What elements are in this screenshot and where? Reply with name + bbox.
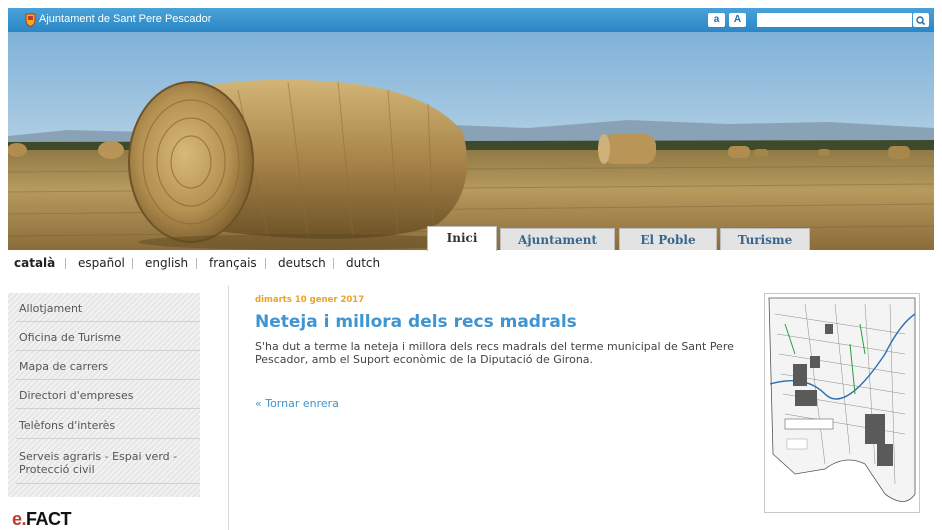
sidebar-item-oficina-turisme[interactable]: Oficina de Turisme [19,331,198,344]
sidebar-menu: Allotjament Oficina de Turisme Mapa de c… [8,293,200,530]
font-size-large-button[interactable]: A [729,13,746,27]
irrigation-map-image [765,294,919,512]
tab-ajuntament[interactable]: Ajuntament [500,228,615,250]
sidebar-item-serveis-agraris[interactable]: Serveis agraris - Espai verd - Protecció… [19,450,198,476]
sidebar-divider [16,438,200,439]
content-divider [228,286,229,530]
sidebar-item-directori-empreses[interactable]: Directori d'empreses [19,389,198,402]
tab-el-poble[interactable]: El Poble [619,228,717,250]
language-divider [333,258,334,269]
article-date: dimarts 10 gener 2017 [255,295,365,305]
language-francais[interactable]: français [209,256,257,270]
sidebar-divider [16,321,200,322]
search-icon [916,16,926,26]
sidebar-divider [16,483,200,484]
article-body: S'ha dut a terme la neteja i millora del… [255,340,734,366]
language-espanol[interactable]: español [78,256,125,270]
language-deutsch[interactable]: deutsch [278,256,326,270]
tab-turisme[interactable]: Turisme [720,228,810,250]
top-bar: Ajuntament de Sant Pere Pescador a A [8,8,934,32]
sidebar-item-allotjament[interactable]: Allotjament [19,302,198,315]
language-divider [132,258,133,269]
language-dutch[interactable]: dutch [346,256,380,270]
efact-logo[interactable]: e.FACT [12,509,72,530]
language-english[interactable]: english [145,256,188,270]
banner-photo [8,32,934,250]
search-input[interactable] [757,13,912,27]
back-link[interactable]: « Tornar enrera [255,397,339,410]
sidebar-item-telefons-interes[interactable]: Telèfons d'interès [19,419,198,432]
efact-logo-prefix: e. [12,509,27,529]
efact-logo-brand: FACT [26,509,72,529]
article-title: Neteja i millora dels recs madrals [255,312,577,332]
sidebar-item-mapa-carrers[interactable]: Mapa de carrers [19,360,198,373]
language-catala[interactable]: català [14,256,55,270]
tab-inici[interactable]: Inici [427,226,497,251]
map-image[interactable] [764,293,920,513]
search-button[interactable] [913,13,929,27]
sidebar-divider [16,408,200,409]
language-divider [196,258,197,269]
sidebar-divider [16,379,200,380]
sidebar-divider [16,350,200,351]
font-size-small-button[interactable]: a [708,13,725,27]
language-divider [265,258,266,269]
language-divider [65,258,66,269]
site-title[interactable]: Ajuntament de Sant Pere Pescador [39,13,211,25]
coat-of-arms-icon [25,13,36,27]
hay-bales-field-image [8,32,934,250]
